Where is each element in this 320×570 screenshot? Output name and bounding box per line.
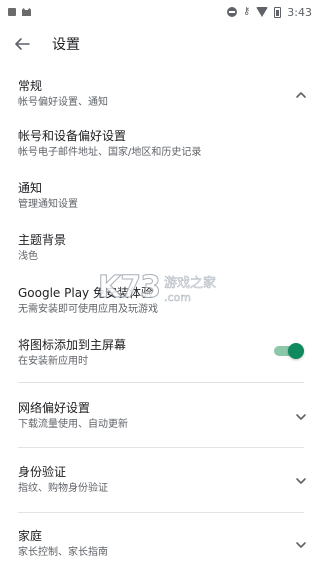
settings-item-notifications[interactable]: 通知 管理通知设置 [18, 180, 308, 212]
gallery-notification-icon [8, 8, 16, 16]
add-icon-toggle[interactable] [274, 343, 304, 359]
do-not-disturb-icon [226, 7, 237, 17]
divider [18, 512, 304, 513]
item-title: 网络偏好设置 [18, 401, 91, 415]
item-subtitle: 指纹、购物身份验证 [18, 483, 108, 494]
status-left [8, 8, 31, 16]
item-subtitle: 在安装新应用时 [18, 356, 88, 367]
status-bar: ⚷ 3:43 [0, 0, 320, 24]
item-subtitle: 下载流量使用、自动更新 [18, 419, 128, 430]
back-button[interactable] [2, 24, 42, 64]
item-subtitle: 浅色 [18, 251, 38, 262]
chevron-up-icon[interactable] [294, 88, 308, 102]
watermark-text-group: 游戏之家 .com [164, 272, 217, 304]
settings-item-account-device[interactable]: 帐号和设备偏好设置 帐号电子邮件地址、国家/地区和历史记录 [18, 128, 308, 160]
item-title: 身份验证 [18, 465, 67, 479]
item-title: 常规 [18, 79, 43, 93]
android-notification-icon [22, 8, 31, 16]
toggle-thumb [288, 343, 304, 359]
item-title: 主题背景 [18, 233, 67, 247]
page-title: 设置 [52, 37, 80, 53]
item-subtitle: 帐号电子邮件地址、国家/地区和历史记录 [18, 147, 202, 158]
watermark-logo: K73 游戏之家 .com [98, 270, 217, 306]
item-title: 将图标添加到主屏幕 [18, 338, 127, 352]
settings-item-network[interactable]: 网络偏好设置 下载流量使用、自动更新 [18, 400, 308, 432]
watermark-logo-text: K73 [98, 270, 162, 306]
item-subtitle: 管理通知设置 [18, 199, 78, 210]
settings-item-authentication[interactable]: 身份验证 指纹、购物身份验证 [18, 464, 308, 496]
item-subtitle: 无需安装即可使用应用及玩游戏 [18, 304, 158, 315]
app-toolbar: 设置 [0, 24, 320, 64]
watermark-domain: .com [164, 290, 192, 304]
item-subtitle: 帐号偏好设置、通知 [18, 97, 108, 108]
vpn-key-icon: ⚷ [242, 6, 251, 17]
settings-item-family[interactable]: 家庭 家长控制、家长指南 [18, 528, 308, 560]
item-subtitle: 家长控制、家长指南 [18, 547, 108, 558]
chevron-down-icon[interactable] [294, 538, 308, 552]
chevron-down-icon[interactable] [294, 410, 308, 424]
settings-item-theme[interactable]: 主题背景 浅色 [18, 232, 308, 264]
watermark-cn: 游戏之家 [164, 275, 217, 291]
divider [18, 382, 304, 383]
status-time: 3:43 [287, 5, 312, 19]
wifi-icon [256, 7, 269, 17]
item-title: 家庭 [18, 529, 43, 543]
battery-icon [274, 6, 282, 18]
settings-item-general[interactable]: 常规 帐号偏好设置、通知 [18, 78, 308, 110]
arrow-left-icon [15, 38, 30, 50]
chevron-down-icon[interactable] [294, 474, 308, 488]
item-title: 通知 [18, 181, 43, 195]
divider [18, 447, 304, 448]
item-title: 帐号和设备偏好设置 [18, 129, 127, 143]
status-right: ⚷ 3:43 [226, 5, 312, 19]
settings-item-add-icon[interactable]: 将图标添加到主屏幕 在安装新应用时 [18, 337, 308, 369]
